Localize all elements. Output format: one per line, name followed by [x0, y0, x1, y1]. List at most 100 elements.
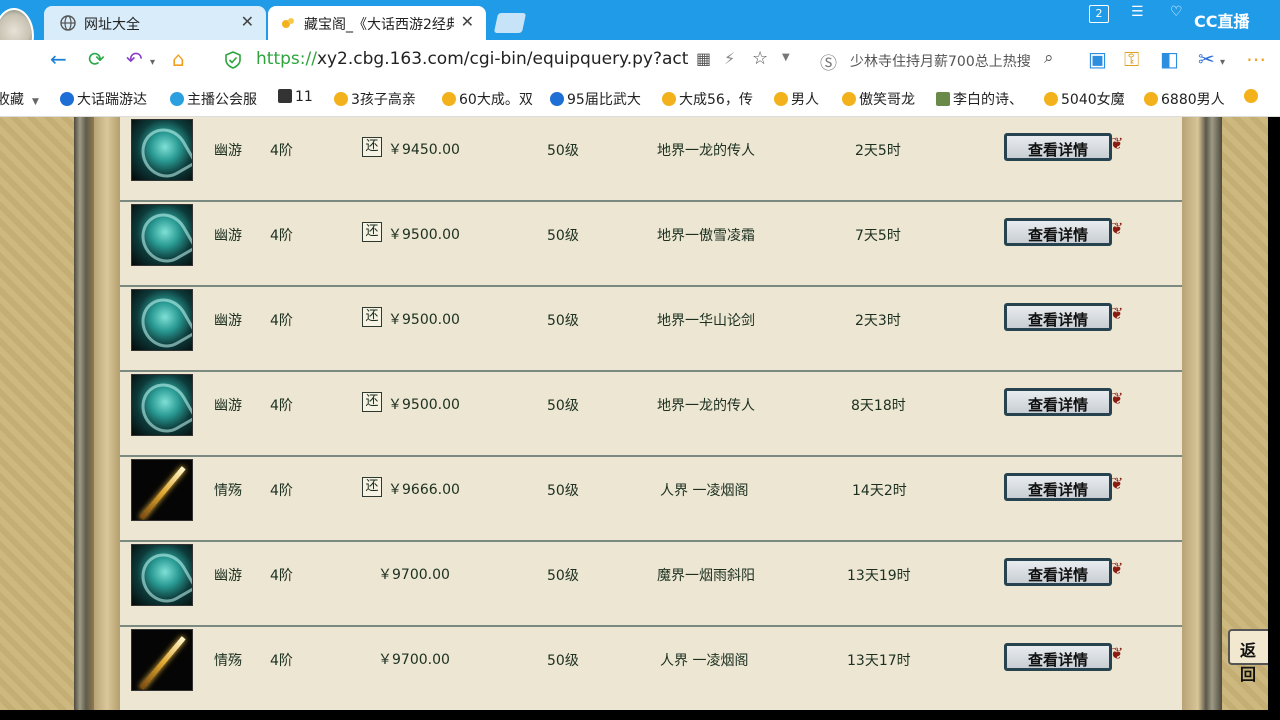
item-name[interactable]: 幽游 — [214, 310, 242, 330]
search-box[interactable]: Ⓢ 少林寺住持月薪700总上热搜 ⌕ — [812, 46, 1072, 74]
bookmark-item[interactable]: 李白的诗、 — [936, 89, 1023, 109]
menu-icon[interactable]: ☰ — [1131, 4, 1144, 20]
url-scheme: https:// — [256, 49, 317, 69]
extension-icon[interactable]: ▣ — [1088, 48, 1107, 70]
tab-url-directory[interactable]: 网址大全 ✕ — [44, 6, 266, 40]
treasure-icon — [1244, 89, 1258, 103]
bookmarks-bar: 收藏 ▼ 大话踹游达 主播公会服 11 3孩子高亲 60大成。双 95届比武大 大… — [0, 80, 1280, 117]
golden-sword-icon[interactable] — [131, 459, 193, 521]
skin-icon[interactable]: ♡ — [1170, 4, 1183, 20]
new-tab-button[interactable] — [493, 13, 527, 33]
treasure-icon — [842, 92, 856, 106]
item-price: ￥9700.00 — [378, 652, 450, 668]
item-name[interactable]: 幽游 — [214, 140, 242, 160]
item-name[interactable]: 幽游 — [214, 565, 242, 585]
jade-fan-icon[interactable] — [131, 289, 193, 351]
bookmark-item[interactable]: 6880男人 — [1144, 89, 1225, 109]
tassel-icon: ❦ — [1110, 304, 1124, 323]
bookmark-item[interactable]: 3孩子高亲 — [334, 89, 416, 109]
treasure-icon — [1044, 92, 1058, 106]
address-bar[interactable]: https://xy2.cbg.163.com/cgi-bin/equipque… — [222, 46, 802, 74]
item-server: 人界 一凌烟阁 — [660, 483, 749, 499]
qr-code-icon[interactable]: ▦ — [696, 49, 711, 68]
back-arrow-icon[interactable]: ← — [50, 48, 67, 70]
treasure-icon — [1144, 92, 1158, 106]
item-server: 地界一华山论剑 — [657, 313, 755, 329]
bookmark-item[interactable]: 60大成。双 — [442, 89, 533, 109]
golden-sword-icon[interactable] — [131, 629, 193, 691]
item-name[interactable]: 情殇 — [214, 650, 242, 670]
item-name[interactable]: 情殇 — [214, 480, 242, 500]
jade-fan-icon[interactable] — [131, 544, 193, 606]
refresh-icon[interactable]: ⟳ — [88, 48, 105, 70]
search-placeholder: 少林寺住持月薪700总上热搜 — [850, 54, 1031, 70]
bookmark-item[interactable]: 11 — [278, 89, 313, 105]
view-details-button[interactable]: 查看详情 — [1004, 218, 1112, 246]
bookmark-item[interactable]: 大成56，传 — [662, 89, 753, 109]
bookmark-item[interactable]: 大话踹游达 — [60, 89, 147, 109]
item-name[interactable]: 幽游 — [214, 225, 242, 245]
view-details-button[interactable]: 查看详情 — [1004, 473, 1112, 501]
chevron-down-icon[interactable]: ▼ — [782, 52, 790, 63]
tassel-icon: ❦ — [1110, 219, 1124, 238]
tab-count-badge[interactable]: 2 — [1089, 5, 1109, 23]
cc-live-logo: CC直播 — [1194, 12, 1250, 31]
view-details-button[interactable]: 查看详情 — [1004, 133, 1112, 161]
item-tier: 4阶 — [270, 653, 293, 669]
undo-icon[interactable]: ↶ — [126, 48, 143, 70]
bookmark-item[interactable]: 主播公会服 — [170, 89, 257, 109]
item-price: ￥9666.00 — [388, 482, 460, 498]
item-level: 50级 — [547, 228, 579, 244]
star-icon[interactable]: ☆ — [752, 48, 768, 69]
jade-fan-icon[interactable] — [131, 119, 193, 181]
bookmark-item[interactable]: 5040女魔 — [1044, 89, 1125, 109]
url-text[interactable]: https://xy2.cbg.163.com/cgi-bin/equipque… — [256, 49, 688, 69]
bookmark-item[interactable]: 男人 — [774, 89, 819, 109]
item-name[interactable]: 幽游 — [214, 395, 242, 415]
item-level: 50级 — [547, 483, 579, 499]
close-tab-icon[interactable]: ✕ — [461, 12, 474, 31]
close-tab-icon[interactable]: ✕ — [241, 12, 254, 31]
chevron-down-icon[interactable]: ▾ — [150, 52, 155, 74]
table-row[interactable]: 幽游 4阶 还 ￥9500.00 50级 地界一龙的传人 8天18时 查看详情 … — [120, 372, 1182, 457]
globe-icon — [60, 15, 76, 31]
jade-fan-icon[interactable] — [131, 374, 193, 436]
bookmark-item[interactable]: 傲笑哥龙 — [842, 89, 915, 109]
table-row[interactable]: 幽游 4阶 还 ￥9500.00 50级 地界一傲雪凌霜 7天5时 查看详情 ❦ — [120, 202, 1182, 287]
jade-fan-icon[interactable] — [131, 204, 193, 266]
view-details-button[interactable]: 查看详情 — [1004, 388, 1112, 416]
item-level: 50级 — [547, 143, 579, 159]
tab-treasure-pavilion[interactable]: 藏宝阁_《大话西游2经典 ✕ — [268, 6, 486, 40]
scrollbar[interactable] — [1268, 117, 1280, 710]
treasure-icon — [774, 92, 788, 106]
more-icon[interactable]: ⋯ — [1246, 48, 1266, 70]
table-row[interactable]: 幽游 4阶 还 ￥9450.00 50级 地界一龙的传人 2天5时 查看详情 ❦ — [120, 117, 1182, 202]
item-server: 魔界一烟雨斜阳 — [657, 568, 755, 584]
table-row[interactable]: 幽游 4阶 还 ￥9500.00 50级 地界一华山论剑 2天3时 查看详情 ❦ — [120, 287, 1182, 372]
view-details-button[interactable]: 查看详情 — [1004, 558, 1112, 586]
item-level: 50级 — [547, 568, 579, 584]
item-server: 地界一龙的传人 — [657, 143, 755, 159]
table-row[interactable]: 幽游 4阶 ￥9700.00 50级 魔界一烟雨斜阳 13天19时 查看详情 ❦ — [120, 542, 1182, 627]
chevron-down-icon[interactable]: ▾ — [1220, 52, 1225, 74]
translate-icon[interactable]: ◧ — [1160, 48, 1179, 70]
tab-label: 网址大全 — [84, 17, 140, 33]
returnable-badge: 还 — [362, 477, 382, 497]
scissors-icon[interactable]: ✂ — [1198, 48, 1215, 70]
bookmark-favorites[interactable]: 收藏 ▼ — [0, 89, 39, 109]
table-row[interactable]: 情殇 4阶 还 ￥9666.00 50级 人界 一凌烟阁 14天2时 查看详情 … — [120, 457, 1182, 542]
view-details-button[interactable]: 查看详情 — [1004, 643, 1112, 671]
table-row[interactable]: 情殇 4阶 ￥9700.00 50级 人界 一凌烟阁 13天17时 查看详情 ❦ — [120, 627, 1182, 710]
bookmark-item[interactable]: 95届比武大 — [550, 89, 641, 109]
lightning-icon[interactable]: ⚡ — [724, 49, 735, 68]
item-price: ￥9500.00 — [388, 397, 460, 413]
bookmark-item[interactable] — [1244, 89, 1261, 105]
item-time-left: 7天5时 — [855, 228, 901, 244]
home-icon[interactable]: ⌂ — [172, 48, 185, 70]
back-to-top-button[interactable]: 返回 — [1228, 629, 1268, 684]
key-icon[interactable]: ⚿ — [1124, 48, 1139, 70]
scroll-border-left — [74, 117, 94, 710]
treasure-icon — [334, 92, 348, 106]
search-icon[interactable]: ⌕ — [1044, 48, 1054, 68]
view-details-button[interactable]: 查看详情 — [1004, 303, 1112, 331]
